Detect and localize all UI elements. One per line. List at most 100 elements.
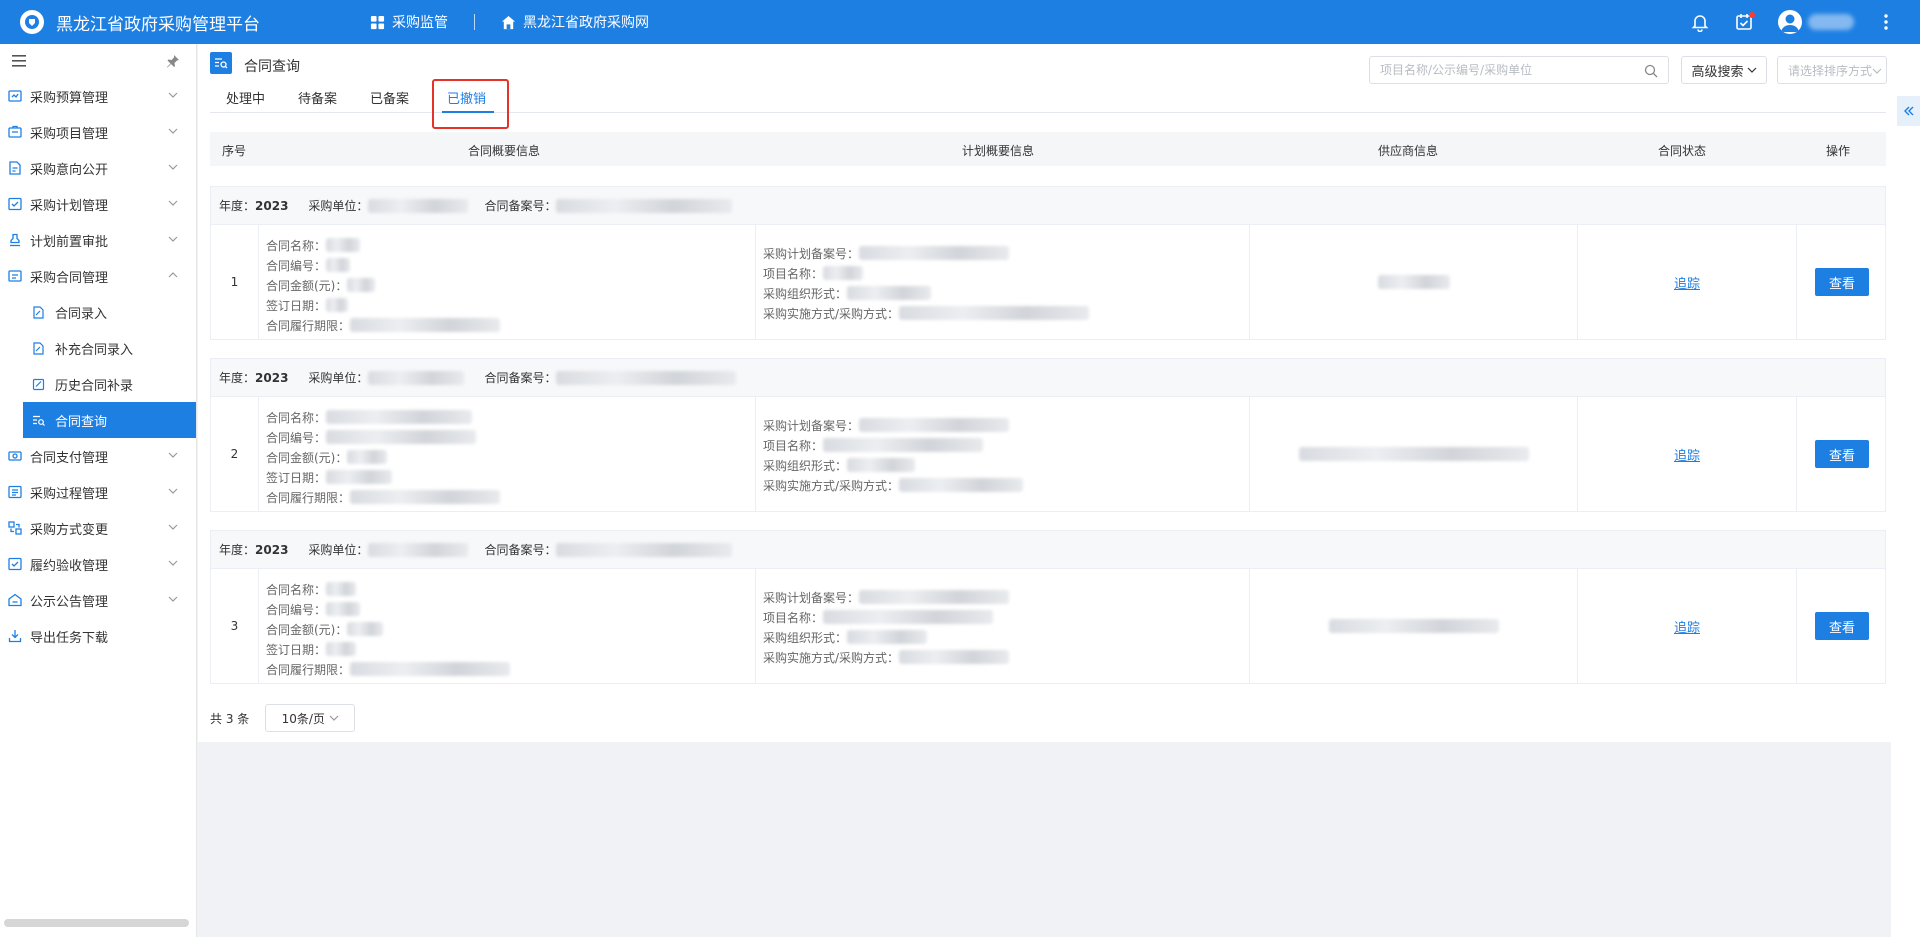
pin-icon[interactable]	[166, 54, 180, 68]
bell-icon[interactable]	[1690, 12, 1710, 33]
contract-summary: 合同名称： 合同编号： 合同金额(元)： 签订日期： 合同履行期限：	[259, 397, 756, 511]
blurred-value	[899, 650, 1010, 664]
avatar-icon[interactable]	[1778, 10, 1802, 34]
sidebar-item-label: 履约验收管理	[30, 558, 109, 574]
blurred-value	[859, 418, 1010, 432]
tab-processing[interactable]: 处理中	[226, 88, 268, 113]
tab-recorded[interactable]: 已备案	[370, 88, 412, 113]
field-label: 项目名称：	[763, 266, 824, 281]
actions-cell: 查看	[1797, 569, 1887, 683]
sort-select[interactable]: 请选择排序方式	[1777, 56, 1887, 84]
page-size-select[interactable]: 10条/页	[265, 704, 356, 732]
list-search-icon	[33, 415, 45, 426]
project-icon	[8, 125, 22, 138]
more-icon[interactable]	[1876, 12, 1896, 32]
plan-summary: 采购计划备案号： 项目名称： 采购组织形式： 采购实施方式/采购方式：	[756, 569, 1250, 683]
search-input[interactable]	[1370, 57, 1630, 83]
blurred-value	[823, 610, 994, 624]
year-value: 2023	[255, 370, 289, 385]
home-icon	[501, 15, 516, 29]
blurred-value	[823, 438, 984, 452]
sidebar-item-method-change[interactable]: 采购方式变更	[0, 510, 196, 546]
search-icon[interactable]	[1644, 64, 1658, 78]
sidebar-item-contract[interactable]: 采购合同管理	[0, 258, 196, 294]
contract-summary: 合同名称： 合同编号： 合同金额(元)： 签订日期： 合同履行期限：	[259, 569, 756, 683]
advanced-search-label: 高级搜索	[1691, 64, 1744, 80]
sidebar-sub-label: 合同录入	[55, 306, 108, 322]
supplier-blurred	[1328, 619, 1499, 633]
sidebar-item-download[interactable]: 导出任务下载	[0, 618, 196, 654]
total-count: 共 3 条	[210, 711, 250, 726]
field-label: 合同履行期限：	[266, 318, 351, 333]
blurred-value	[847, 286, 932, 300]
blurred-value	[859, 590, 1010, 604]
blurred-value	[347, 450, 388, 464]
sidebar-item-project[interactable]: 采购项目管理	[0, 114, 196, 150]
chevron-down-icon	[168, 164, 178, 170]
blurred-value	[350, 490, 501, 504]
chevron-down-icon	[168, 92, 178, 98]
unit-value-blurred	[368, 542, 469, 557]
sidebar-item-payment[interactable]: 合同支付管理	[0, 438, 196, 474]
menu-icon[interactable]	[12, 55, 26, 67]
field-label: 合同金额(元)：	[266, 450, 348, 465]
unit-label: 采购单位：	[308, 543, 369, 557]
nav-procurement-site[interactable]: 黑龙江省政府采购网	[501, 12, 649, 32]
sidebar-item-label: 采购方式变更	[30, 522, 109, 538]
blurred-value	[859, 246, 1010, 260]
user-name-blurred[interactable]	[1808, 14, 1854, 30]
view-button[interactable]: 查看	[1815, 440, 1869, 468]
track-link[interactable]: 追踪	[1674, 445, 1700, 464]
sidebar-item-process[interactable]: 采购过程管理	[0, 474, 196, 510]
blurred-value	[326, 238, 361, 252]
sidebar-item-intent[interactable]: 采购意向公开	[0, 150, 196, 186]
year-value: 2023	[255, 542, 289, 557]
view-button[interactable]: 查看	[1815, 268, 1869, 296]
track-link[interactable]: 追踪	[1674, 617, 1700, 636]
sidebar-item-plan[interactable]: 采购计划管理	[0, 186, 196, 222]
blurred-value	[847, 458, 916, 472]
track-link[interactable]: 追踪	[1674, 273, 1700, 292]
sidebar-item-approve[interactable]: 计划前置审批	[0, 222, 196, 258]
sidebar-scrollbar[interactable]	[4, 919, 189, 927]
view-button[interactable]: 查看	[1815, 612, 1869, 640]
blurred-value	[823, 266, 864, 280]
blurred-value	[350, 318, 501, 332]
sidebar-sub-supplement-entry[interactable]: 补充合同录入	[0, 330, 196, 366]
sidebar-item-budget[interactable]: 采购预算管理	[0, 78, 196, 114]
group-header: 年度： 2023 采购单位： 合同备案号：	[211, 531, 1885, 569]
nav-procurement-site-label: 黑龙江省政府采购网	[523, 15, 649, 31]
sidebar-sub-history-entry[interactable]: 历史合同补录	[0, 366, 196, 402]
pagination: 共 3 条 10条/页	[210, 704, 356, 732]
sidebar-sub-contract-entry[interactable]: 合同录入	[0, 294, 196, 330]
table-row: 3 合同名称： 合同编号： 合同金额(元)： 签订日期： 合同履行期限： 采购计…	[211, 569, 1885, 683]
right-strip	[1891, 44, 1920, 937]
blurred-value	[326, 582, 357, 596]
column-header: 操作	[1826, 144, 1851, 158]
notice-icon	[8, 593, 22, 607]
nav-supervision[interactable]: 采购监管	[370, 12, 448, 32]
task-icon[interactable]	[1734, 12, 1755, 32]
document-edit-icon	[33, 341, 44, 355]
actions-cell: 查看	[1797, 225, 1887, 339]
plan-summary: 采购计划备案号： 项目名称： 采购组织形式： 采购实施方式/采购方式：	[756, 225, 1250, 339]
year-label: 年度：	[219, 543, 256, 557]
sidebar-item-acceptance[interactable]: 履约验收管理	[0, 546, 196, 582]
tab-pending-record[interactable]: 待备案	[298, 88, 340, 113]
search-field[interactable]	[1369, 56, 1669, 84]
blurred-value	[326, 602, 361, 616]
accept-icon	[8, 557, 22, 571]
chevron-down-icon	[168, 452, 178, 458]
sidebar-item-notice[interactable]: 公示公告管理	[0, 582, 196, 618]
unit-label: 采购单位：	[308, 199, 369, 213]
field-label: 采购计划备案号：	[763, 590, 860, 605]
advanced-search-button[interactable]: 高级搜索	[1681, 56, 1767, 84]
sidebar-item-label: 采购合同管理	[30, 270, 109, 286]
sidebar-item-label: 公示公告管理	[30, 594, 109, 610]
field-label: 合同名称：	[266, 582, 327, 597]
sidebar-sub-contract-query[interactable]: 合同查询	[23, 402, 196, 438]
row-index: 1	[211, 225, 259, 339]
record-no-blurred	[556, 542, 733, 557]
record-no-blurred	[556, 198, 733, 213]
collapse-panel-button[interactable]	[1897, 96, 1920, 126]
